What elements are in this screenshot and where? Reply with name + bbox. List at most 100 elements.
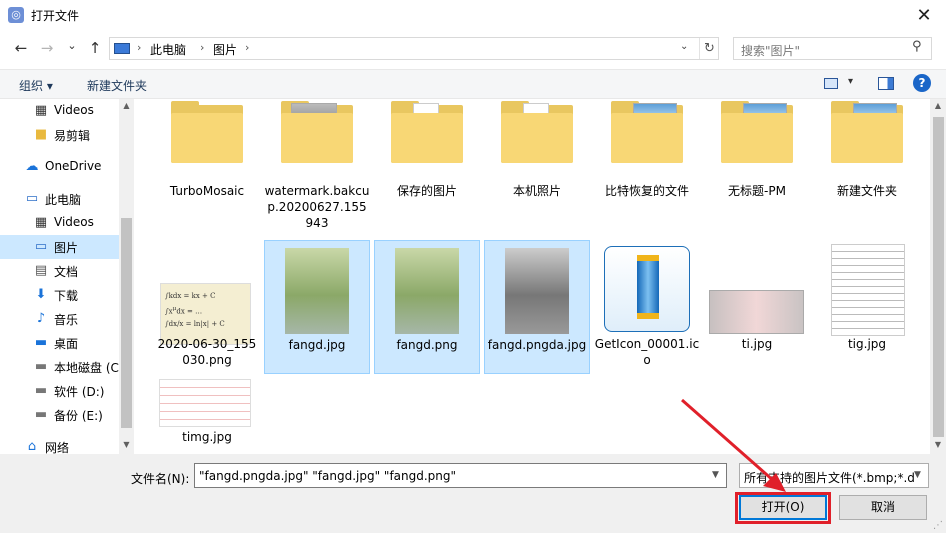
file-name: 比特恢复的文件: [604, 184, 689, 198]
sidebar-item[interactable]: ⬇ 下载: [0, 283, 119, 307]
sidebar-item-label: 文档: [54, 265, 79, 279]
view-dropdown-icon[interactable]: ▾: [848, 76, 853, 87]
scroll-up-icon[interactable]: ▲: [119, 101, 134, 110]
file-item[interactable]: fangd.jpg: [264, 240, 370, 374]
video-icon: ▦: [34, 215, 48, 230]
file-item[interactable]: GetIcon_00001.ico: [594, 240, 700, 374]
address-dropdown-icon[interactable]: ⌄: [680, 41, 688, 52]
folder-icon: ■: [34, 127, 48, 142]
content-scroll-up-icon[interactable]: ▲: [930, 101, 946, 110]
file-item[interactable]: fangd.pngda.jpg: [484, 240, 590, 374]
sidebar-item-label: 桌面: [54, 337, 79, 351]
view-mode-icon[interactable]: [824, 78, 838, 89]
breadcrumb-pictures[interactable]: 图片: [213, 41, 237, 58]
new-folder-button[interactable]: 新建文件夹: [87, 77, 147, 94]
back-arrow-icon[interactable]: ←: [11, 38, 31, 58]
sidebar-item[interactable]: ■ 易剪辑: [0, 123, 119, 147]
sidebar-item[interactable]: ▦ Videos: [0, 211, 119, 235]
folder-icon: [831, 101, 903, 163]
file-item[interactable]: fangd.png: [374, 240, 480, 374]
help-icon[interactable]: ?: [913, 74, 931, 92]
sidebar-item[interactable]: ▭ 图片: [0, 235, 119, 259]
sidebar-item-label: 下载: [54, 289, 79, 303]
search-box[interactable]: 搜索"图片" ⚲: [733, 37, 932, 60]
sidebar-item[interactable]: ▬ 软件 (D:): [0, 379, 119, 403]
sidebar-item-label: 备份 (E:): [54, 409, 103, 423]
content-scroll-thumb[interactable]: [933, 117, 944, 437]
sidebar-item[interactable]: ▦ Videos: [0, 99, 119, 123]
file-item[interactable]: timg.jpg: [154, 377, 260, 453]
file-name: timg.jpg: [182, 430, 232, 444]
video-icon: ▦: [34, 103, 48, 118]
sidebar-scroll-thumb[interactable]: [121, 218, 132, 428]
sidebar-item-label: 音乐: [54, 313, 79, 327]
file-name: ti.jpg: [741, 337, 773, 351]
search-placeholder: 搜索"图片": [741, 44, 801, 58]
drive-icon: ▬: [34, 407, 48, 422]
file-name: TurboMosaic: [169, 184, 245, 198]
file-item[interactable]: TurboMosaic: [154, 99, 260, 237]
organize-button[interactable]: 组织 ▾: [19, 77, 53, 94]
scroll-down-icon[interactable]: ▼: [119, 440, 134, 449]
file-item[interactable]: ∫kdx = kx + C ∫xμdx = … ∫dx/x = ln|x| + C2…: [154, 240, 260, 374]
window-title: 打开文件: [31, 9, 80, 23]
sidebar-item-label: OneDrive: [45, 159, 102, 173]
sidebar-item-label: 图片: [54, 241, 79, 255]
image-thumbnail-icon: [285, 248, 349, 334]
drive-icon: ▬: [34, 359, 48, 374]
file-item[interactable]: 本机照片: [484, 99, 590, 237]
image-thumbnail-icon: [709, 290, 804, 334]
sidebar-item[interactable]: ⌂ 网络: [0, 435, 119, 454]
preview-pane-icon[interactable]: [878, 77, 894, 90]
close-icon[interactable]: ✕: [904, 2, 944, 29]
filename-label: 文件名(N):: [131, 472, 190, 486]
file-name: 保存的图片: [396, 184, 457, 198]
up-arrow-icon[interactable]: ↑: [85, 38, 105, 58]
forward-arrow-icon[interactable]: →: [37, 38, 57, 58]
filetype-dropdown-icon[interactable]: ▼: [914, 470, 928, 480]
file-item[interactable]: watermark.bakcup.20200627.155943: [264, 99, 370, 237]
file-name: fangd.png: [396, 338, 458, 352]
filename-value: "fangd.pngda.jpg" "fangd.jpg" "fangd.png…: [199, 469, 457, 483]
sidebar-item[interactable]: ▬ 备份 (E:): [0, 403, 119, 427]
content-scroll-down-icon[interactable]: ▼: [930, 440, 946, 449]
file-item[interactable]: 比特恢复的文件: [594, 99, 700, 237]
pictures-location-icon: [114, 43, 130, 54]
cloud-icon: ☁: [25, 159, 39, 174]
cancel-button[interactable]: 取消: [839, 495, 927, 520]
file-item[interactable]: ti.jpg: [704, 240, 810, 374]
sidebar-item[interactable]: ▤ 文档: [0, 259, 119, 283]
breadcrumb-separator: ›: [200, 41, 205, 54]
download-icon: ⬇: [35, 287, 47, 302]
file-item[interactable]: tig.jpg: [814, 240, 920, 374]
image-thumbnail-icon: [159, 379, 251, 427]
sidebar-item[interactable]: ♪ 音乐: [0, 307, 119, 331]
pictures-icon: ▭: [34, 239, 48, 254]
title-bar: ◎ 打开文件 ✕: [0, 0, 946, 31]
search-icon[interactable]: ⚲: [912, 39, 922, 54]
file-item[interactable]: 保存的图片: [374, 99, 480, 237]
file-name: fangd.pngda.jpg: [487, 338, 587, 352]
recent-locations-icon[interactable]: ⌄: [62, 36, 82, 56]
folder-icon: [611, 101, 683, 163]
sidebar-item[interactable]: ▬ 桌面: [0, 331, 119, 355]
sidebar-item-label: 网络: [45, 441, 70, 454]
image-thumbnail-icon: [831, 244, 905, 336]
sidebar-item[interactable]: ▬ 本地磁盘 (C: [0, 355, 119, 379]
refresh-icon[interactable]: ↻: [699, 38, 719, 59]
command-bar: 组织 ▾ 新建文件夹 ▾: [0, 69, 946, 99]
breadcrumb-this-pc[interactable]: 此电脑: [150, 41, 186, 58]
navigation-pane: ▦ Videos ■ 易剪辑 ☁ OneDrive ▭ 此电脑 ▦ Videos ▭ 图片 ▤ 文档 ⬇ 下载…: [0, 99, 134, 454]
sidebar-item-label: 此电脑: [45, 193, 82, 207]
file-name: 新建文件夹: [836, 184, 897, 198]
file-list: TurboMosaic watermark.bakcup.20200627.155…: [134, 99, 930, 454]
resize-grip-icon[interactable]: ⋰: [933, 520, 943, 531]
file-name: watermark.bakcup.20200627.155943: [264, 184, 370, 230]
folder-icon: [281, 101, 353, 163]
file-item[interactable]: 无标题-PM: [704, 99, 810, 237]
file-item[interactable]: 新建文件夹: [814, 99, 920, 237]
filename-input[interactable]: "fangd.pngda.jpg" "fangd.jpg" "fangd.png…: [194, 463, 727, 488]
address-bar[interactable]: › 此电脑 › 图片 › ⌄ ↻: [109, 37, 719, 60]
sidebar-item[interactable]: ☁ OneDrive: [0, 155, 119, 179]
sidebar-item[interactable]: ▭ 此电脑: [0, 187, 119, 211]
